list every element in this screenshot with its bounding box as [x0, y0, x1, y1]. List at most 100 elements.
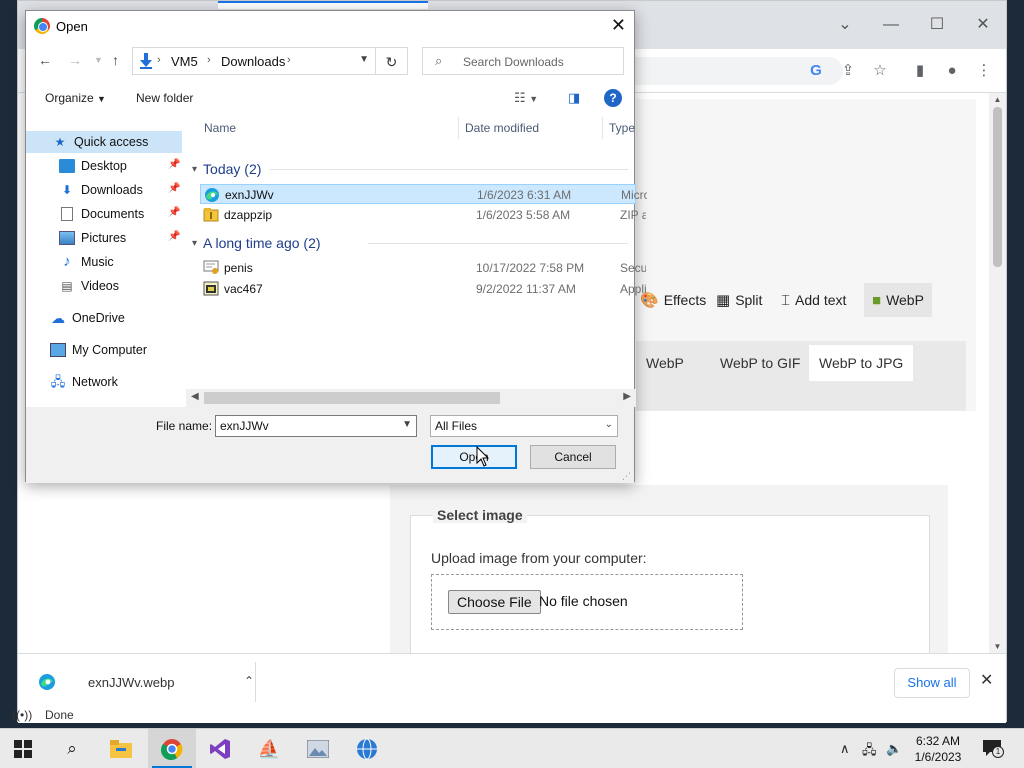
- scroll-down-icon[interactable]: ▼: [989, 642, 1006, 651]
- nav-item-downloads[interactable]: ⬇ Downloads: [59, 179, 143, 201]
- tool-split[interactable]: ▦ Split: [716, 283, 762, 317]
- nav-item-quick-access[interactable]: ★ Quick access: [26, 131, 182, 153]
- maximize-icon[interactable]: ☐: [922, 13, 952, 37]
- file-type-filter[interactable]: All Files ⌄: [430, 415, 618, 437]
- globe-app-icon[interactable]: [354, 737, 380, 761]
- tab-search-icon[interactable]: ⌄: [830, 13, 860, 37]
- pin-icon[interactable]: 📌: [168, 231, 180, 242]
- breadcrumb-separator-icon[interactable]: ›: [287, 54, 291, 66]
- show-all-button[interactable]: Show all: [894, 668, 970, 698]
- file-name-field[interactable]: exnJJWv ▼: [215, 415, 417, 437]
- close-dialog-icon[interactable]: ✕: [611, 15, 626, 36]
- bookmark-star-icon[interactable]: ☆: [870, 61, 890, 81]
- windows-start-icon[interactable]: [10, 737, 36, 761]
- group-header-today[interactable]: ▾ Today (2): [192, 159, 261, 179]
- column-divider[interactable]: [602, 117, 603, 139]
- profile-avatar-icon[interactable]: ●: [942, 61, 962, 81]
- view-options-icon[interactable]: ☷ ▼: [514, 90, 538, 106]
- google-icon[interactable]: G: [806, 61, 826, 81]
- file-row[interactable]: vac467 9/2/2022 11:37 AM Appli: [200, 279, 646, 299]
- file-row[interactable]: dzappzip 1/6/2023 5:58 AM ZIP a: [200, 205, 646, 225]
- tool-add-text[interactable]: ⌶ Add text: [781, 283, 846, 317]
- column-header-type[interactable]: Type: [609, 121, 635, 135]
- chevron-up-icon[interactable]: ∧: [840, 741, 850, 757]
- minimize-icon[interactable]: —: [876, 13, 906, 37]
- volume-icon[interactable]: 🔈: [886, 741, 902, 757]
- sail-app-icon[interactable]: ⛵: [256, 737, 282, 761]
- network-status-icon[interactable]: 🖧: [862, 741, 877, 763]
- scroll-left-icon[interactable]: ◀: [191, 391, 199, 402]
- up-arrow-icon[interactable]: ↑: [112, 52, 119, 68]
- chrome-taskbar-icon[interactable]: [159, 737, 185, 761]
- address-breadcrumb[interactable]: › VM5 › Downloads › ▼: [132, 47, 376, 75]
- tab-webp[interactable]: WebP: [636, 345, 694, 381]
- menu-kebab-icon[interactable]: ⋮: [974, 61, 994, 81]
- nav-item-desktop[interactable]: Desktop: [59, 155, 127, 177]
- close-download-bar-icon[interactable]: ✕: [980, 670, 993, 690]
- back-arrow-icon[interactable]: ←: [38, 52, 52, 68]
- tab-webp-to-jpg[interactable]: WebP to JPG: [809, 345, 914, 381]
- new-folder-button[interactable]: New folder: [136, 91, 193, 105]
- nav-item-onedrive[interactable]: ☁ OneDrive: [50, 307, 125, 329]
- visual-studio-icon[interactable]: [207, 737, 233, 761]
- tab-webp-to-gif[interactable]: WebP to GIF: [710, 345, 810, 381]
- file-name-label: File name:: [156, 419, 213, 433]
- column-header-date[interactable]: Date modified: [465, 121, 539, 135]
- breadcrumb-downloads[interactable]: Downloads: [221, 54, 285, 69]
- file-explorer-icon[interactable]: [108, 737, 134, 761]
- nav-item-videos[interactable]: ▤ Videos: [59, 275, 119, 297]
- choose-file-button[interactable]: Choose File: [448, 590, 541, 614]
- tool-webp[interactable]: ■ WebP: [864, 283, 932, 317]
- scroll-right-icon[interactable]: ▶: [623, 391, 631, 402]
- scroll-thumb[interactable]: [204, 392, 500, 404]
- forward-arrow-icon[interactable]: →: [68, 52, 82, 68]
- horizontal-scrollbar[interactable]: ◀ ▶: [186, 389, 636, 407]
- nav-item-my-computer[interactable]: My Computer: [50, 339, 147, 361]
- address-dropdown-icon[interactable]: ▼: [359, 54, 369, 65]
- nav-item-documents[interactable]: Documents: [59, 203, 144, 225]
- column-divider[interactable]: [458, 117, 459, 139]
- webp-icon: ■: [872, 291, 882, 309]
- image-viewer-icon[interactable]: [305, 737, 331, 761]
- open-button[interactable]: Open: [431, 445, 517, 469]
- pin-icon[interactable]: 📌: [168, 183, 180, 194]
- resize-grip-icon[interactable]: ⋰: [622, 471, 631, 482]
- download-folder-icon: [139, 53, 153, 69]
- file-row[interactable]: exnJJWv 1/6/2023 6:31 AM Micro: [200, 184, 647, 204]
- tool-effects[interactable]: 🎨 Effects: [640, 283, 706, 317]
- pin-icon[interactable]: 📌: [168, 159, 180, 170]
- system-clock[interactable]: 6:32 AM 1/6/2023: [906, 733, 970, 765]
- breadcrumb-vm5[interactable]: VM5: [171, 54, 198, 69]
- close-window-icon[interactable]: ✕: [968, 13, 998, 37]
- breadcrumb-separator-icon[interactable]: ›: [207, 54, 211, 66]
- breadcrumb-separator-icon[interactable]: ›: [157, 54, 161, 66]
- nav-item-music[interactable]: ♪ Music: [59, 251, 113, 273]
- search-box[interactable]: ⌕ Search Downloads: [422, 47, 624, 75]
- select-image-legend: Select image: [433, 507, 527, 523]
- chevron-down-icon[interactable]: ▼: [402, 419, 412, 430]
- search-icon[interactable]: ⌕: [59, 737, 85, 761]
- column-header-name[interactable]: Name: [204, 121, 236, 135]
- browser-tab[interactable]: [218, 1, 428, 9]
- upload-dropzone[interactable]: Choose File No file chosen: [431, 574, 743, 630]
- help-icon[interactable]: ?: [604, 89, 622, 107]
- nav-item-network[interactable]: 🖧 Network: [50, 371, 118, 393]
- chevron-up-icon[interactable]: ⌃: [244, 674, 254, 688]
- scroll-thumb[interactable]: [993, 107, 1002, 267]
- pin-icon[interactable]: 📌: [168, 207, 180, 218]
- refresh-icon[interactable]: ↻: [376, 47, 408, 75]
- notification-center-icon[interactable]: 1: [982, 739, 1004, 758]
- group-header-long-time-ago[interactable]: ▾ A long time ago (2): [192, 233, 321, 253]
- share-icon[interactable]: ⇪: [838, 61, 858, 81]
- broadcast-icon: ((•)): [12, 708, 33, 722]
- file-row[interactable]: penis 10/17/2022 7:58 PM Secu: [200, 258, 646, 278]
- scroll-up-icon[interactable]: ▲: [989, 95, 1006, 104]
- side-panel-icon[interactable]: ▮: [910, 61, 930, 81]
- download-item[interactable]: exnJJWv.webp ⌃: [38, 668, 256, 698]
- preview-pane-icon[interactable]: ◨: [568, 90, 580, 106]
- nav-item-pictures[interactable]: Pictures: [59, 227, 126, 249]
- organize-button[interactable]: Organize ▼: [45, 91, 106, 105]
- cancel-button[interactable]: Cancel: [530, 445, 616, 469]
- recent-locations-icon[interactable]: ▼: [94, 55, 103, 65]
- page-scrollbar[interactable]: ▲ ▼: [989, 93, 1006, 653]
